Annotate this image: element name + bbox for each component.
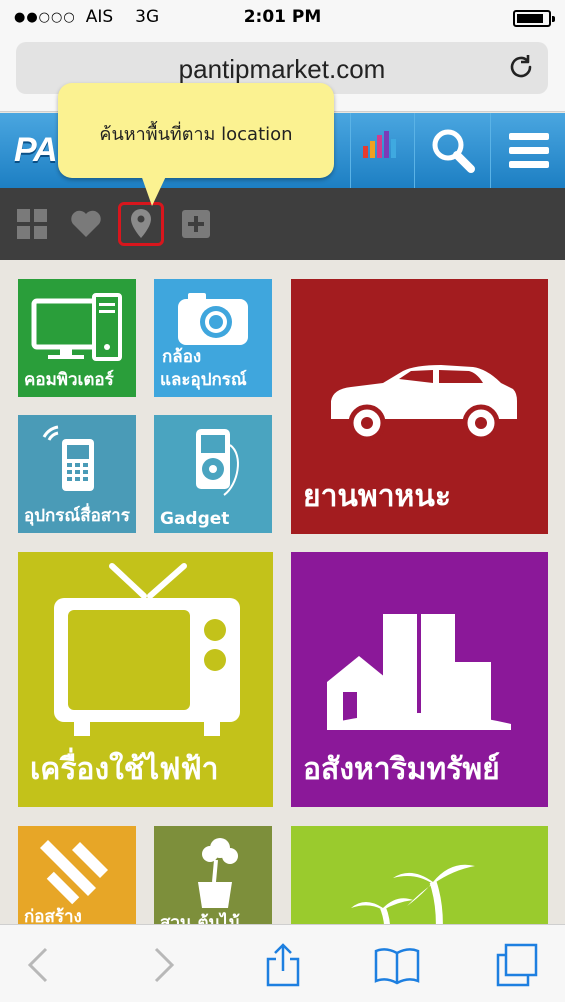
location-tooltip: ค้นหาพื้นที่ตาม location [58,83,334,178]
category-communication[interactable]: อุปกรณ์สื่อสาร [18,415,136,533]
stats-icon[interactable] [350,113,410,188]
category-label: อุปกรณ์สื่อสาร [24,506,130,526]
heart-icon[interactable] [70,208,102,240]
browser-bottom-bar [0,924,565,1002]
category-vehicle[interactable]: ยานพาหนะ [291,279,548,534]
share-icon[interactable] [260,943,306,987]
category-camera[interactable]: กล้อง และอุปกรณ์ [154,279,272,397]
menu-icon[interactable] [490,113,565,188]
back-icon[interactable] [16,943,62,987]
search-icon[interactable] [414,113,490,188]
url-text[interactable]: pantipmarket.com [16,54,548,85]
category-electronics[interactable]: เครื่องใช้ไฟฟ้า [18,552,273,807]
bookmarks-icon[interactable] [374,943,420,987]
category-real-estate[interactable]: อสังหาริมทรัพย์ [291,552,548,807]
tabs-icon[interactable] [494,943,540,987]
category-label: ยานพาหนะ [303,479,451,514]
category-label: อสังหาริมทรัพย์ [303,752,500,787]
category-label-line2: และอุปกรณ์ [160,370,247,390]
category-computer[interactable]: คอมพิวเตอร์ [18,279,136,397]
plus-icon[interactable] [180,208,212,240]
status-time: 2:01 PM [243,7,322,27]
tooltip-tail [140,172,168,206]
category-toolbar [0,188,565,260]
category-label: เครื่องใช้ไฟฟ้า [30,752,219,787]
reload-icon[interactable] [506,52,536,82]
status-bar: ●●○○○ AIS 3G 2:01 PM [0,0,565,36]
category-gadget[interactable]: Gadget [154,415,272,533]
grid-icon[interactable] [16,208,48,240]
site-logo[interactable]: PA [14,131,58,170]
tooltip-text: ค้นหาพื้นที่ตาม location [99,124,293,145]
category-label: คอมพิวเตอร์ [24,370,114,390]
forward-icon[interactable] [140,943,186,987]
category-label: Gadget [160,509,230,529]
battery-icon [513,10,555,27]
